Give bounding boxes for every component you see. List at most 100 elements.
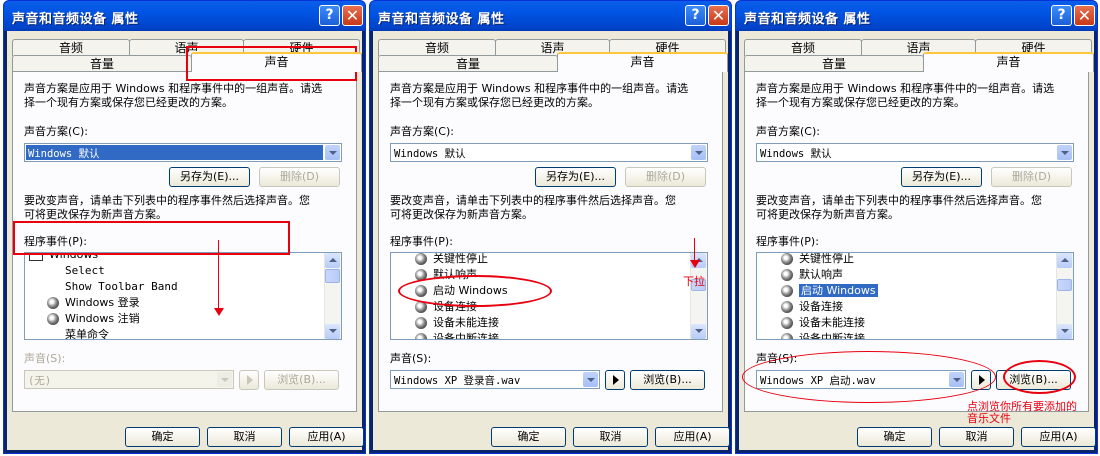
delete-button[interactable]: 删除(D) <box>259 167 340 187</box>
list-item[interactable]: Select <box>65 263 105 279</box>
list-item[interactable]: 设备未能连接 <box>415 315 499 331</box>
event-label: Windows 登录 <box>65 296 140 309</box>
help-button[interactable]: ? <box>1051 5 1072 26</box>
vertical-scrollbar[interactable] <box>1056 253 1073 339</box>
list-item[interactable]: 设备中断连接 <box>781 331 865 339</box>
close-button[interactable]: ✕ <box>342 5 363 26</box>
scheme-value: Windows 默认 <box>394 148 466 160</box>
list-item[interactable]: Show Toolbar Band <box>65 279 178 295</box>
scheme-label: 声音方案(C): <box>756 125 820 138</box>
tab-volume[interactable]: 音量 <box>378 55 558 72</box>
scheme-description-line2: 择一个现有方案或保存您已经更改的方案。 <box>24 96 233 109</box>
scroll-thumb[interactable] <box>1057 279 1072 291</box>
list-item[interactable]: 菜单命令 <box>65 327 109 339</box>
save-as-button[interactable]: 另存为(E)... <box>901 167 982 187</box>
sound-value: Windows XP 登录音.wav <box>394 375 521 387</box>
scheme-dropdown[interactable]: Windows 默认 <box>756 143 1074 162</box>
scroll-down-button[interactable] <box>1057 324 1072 339</box>
apply-button[interactable]: 应用(A) <box>655 427 730 447</box>
tab-sounds[interactable]: 声音 <box>191 52 362 72</box>
change-instructions-line2: 可将更改保存为新声音方案。 <box>390 208 533 221</box>
chevron-down-icon[interactable] <box>691 145 706 160</box>
program-events-list[interactable]: 关键性停止 默认响声 启动 Windows 设备连接 设备未能连接 设备中断连接 <box>756 252 1074 340</box>
scheme-dropdown[interactable]: Windows 默认 <box>24 143 342 162</box>
scheme-dropdown[interactable]: Windows 默认 <box>390 143 708 162</box>
program-events-list[interactable]: Windows Select Show Toolbar Band Windows… <box>24 252 342 340</box>
cancel-button[interactable]: 取消 <box>573 427 648 447</box>
help-button[interactable]: ? <box>685 5 706 26</box>
list-item-selected[interactable]: 启动 Windows <box>781 283 878 299</box>
save-as-button[interactable]: 另存为(E)... <box>535 167 616 187</box>
highlight-program-events-label <box>13 221 290 255</box>
window-title: 声音和音频设备 属性 <box>378 12 505 27</box>
list-item[interactable]: 设备中断连接 <box>415 331 499 339</box>
close-button[interactable]: ✕ <box>708 5 729 26</box>
scroll-thumb[interactable] <box>325 269 340 283</box>
tab-audio[interactable]: 音频 <box>12 39 130 56</box>
window-title: 声音和音频设备 属性 <box>744 12 871 27</box>
sound-label: 声音(S): <box>24 352 66 365</box>
title-bar[interactable]: 声音和音频设备 属性 ? ✕ <box>4 1 365 31</box>
vertical-scrollbar[interactable] <box>324 253 341 339</box>
tab-sounds[interactable]: 声音 <box>557 52 728 72</box>
sound-dropdown[interactable]: Windows XP 登录音.wav <box>390 370 600 389</box>
scroll-down-button[interactable] <box>325 324 340 339</box>
tab-volume[interactable]: 音量 <box>744 55 924 72</box>
speaker-icon <box>47 313 59 325</box>
scroll-up-button[interactable] <box>325 253 340 268</box>
scheme-description-line1: 声音方案是应用于 Windows 和程序事件中的一组声音。请选 <box>24 82 323 95</box>
ok-button[interactable]: 确定 <box>491 427 566 447</box>
cancel-button[interactable]: 取消 <box>207 427 282 447</box>
event-label: 关键性停止 <box>433 252 488 265</box>
speaker-icon <box>781 333 793 339</box>
scheme-description-line1: 声音方案是应用于 Windows 和程序事件中的一组声音。请选 <box>756 82 1055 95</box>
browse-button[interactable]: 浏览(B)... <box>264 370 339 390</box>
ok-button[interactable]: 确定 <box>857 427 932 447</box>
play-button[interactable] <box>605 370 625 390</box>
scheme-description-line2: 择一个现有方案或保存您已经更改的方案。 <box>756 96 965 109</box>
browse-button[interactable]: 浏览(B)... <box>630 370 705 390</box>
save-as-button[interactable]: 另存为(E)... <box>169 167 250 187</box>
scroll-down-button[interactable] <box>691 324 706 339</box>
change-instructions-line1: 要改变声音，请单击下列表中的程序事件然后选择声音。您 <box>390 194 676 207</box>
chevron-down-icon[interactable] <box>1057 145 1072 160</box>
title-bar[interactable]: 声音和音频设备 属性 ? ✕ <box>736 1 1097 31</box>
speaker-icon <box>781 301 793 313</box>
window-title: 声音和音频设备 属性 <box>12 12 139 27</box>
sound-value: (无) <box>28 375 52 387</box>
change-instructions-line1: 要改变声音，请单击下列表中的程序事件然后选择声音。您 <box>756 194 1042 207</box>
chevron-down-icon[interactable] <box>583 372 598 387</box>
apply-button[interactable]: 应用(A) <box>1021 427 1096 447</box>
tab-sounds[interactable]: 声音 <box>923 52 1094 72</box>
event-label: Select <box>65 264 105 277</box>
browse-note-line2: 音乐文件 <box>967 412 1011 425</box>
apply-button[interactable]: 应用(A) <box>289 427 364 447</box>
list-item[interactable]: Windows 登录 <box>47 295 140 311</box>
ok-button[interactable]: 确定 <box>125 427 200 447</box>
sound-dropdown[interactable]: (无) <box>24 370 234 389</box>
cancel-button[interactable]: 取消 <box>939 427 1014 447</box>
scroll-up-button[interactable] <box>1057 253 1072 268</box>
list-item[interactable]: 默认响声 <box>781 267 843 283</box>
dialog-window-2: 声音和音频设备 属性 ? ✕ 音频 语声 硬件 音量 声音 声音方案是应用于 W… <box>369 0 732 454</box>
list-item[interactable]: Windows 注销 <box>47 311 140 327</box>
chevron-down-icon[interactable] <box>217 372 232 387</box>
speaker-icon <box>415 317 427 329</box>
title-bar[interactable]: 声音和音频设备 属性 ? ✕ <box>370 1 731 31</box>
list-item[interactable]: 关键性停止 <box>415 252 488 267</box>
list-item[interactable]: 设备未能连接 <box>781 315 865 331</box>
play-button[interactable] <box>239 370 259 390</box>
program-events-label: 程序事件(P): <box>390 235 453 248</box>
delete-button[interactable]: 删除(D) <box>991 167 1072 187</box>
scheme-label: 声音方案(C): <box>390 125 454 138</box>
delete-button[interactable]: 删除(D) <box>625 167 706 187</box>
tab-audio[interactable]: 音频 <box>378 39 496 56</box>
tab-audio[interactable]: 音频 <box>744 39 862 56</box>
close-button[interactable]: ✕ <box>1074 5 1095 26</box>
tab-volume[interactable]: 音量 <box>12 55 192 72</box>
help-button[interactable]: ? <box>319 5 340 26</box>
list-item[interactable]: 关键性停止 <box>781 253 854 267</box>
dialog-client: 音频 语声 硬件 音量 声音 声音方案是应用于 Windows 和程序事件中的一… <box>373 31 730 450</box>
list-item[interactable]: 设备连接 <box>781 299 843 315</box>
chevron-down-icon[interactable] <box>325 145 340 160</box>
